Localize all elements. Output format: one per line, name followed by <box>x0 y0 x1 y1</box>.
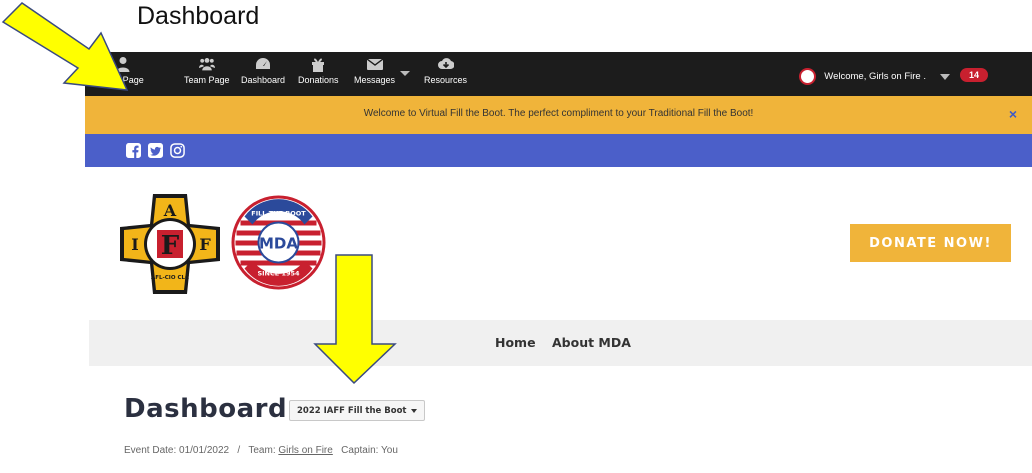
menu-link-about-mda[interactable]: About MDA <box>552 335 631 350</box>
chevron-down-icon <box>940 73 950 80</box>
notification-badge[interactable]: 14 <box>959 68 988 82</box>
chevron-down-icon <box>410 408 417 413</box>
meta-separator: / <box>237 445 241 456</box>
welcome-text: Welcome, Girls on Fire . <box>824 71 926 82</box>
event-meta: Event Date: 01/01/2022 / Team: Girls on … <box>124 445 398 456</box>
cloud-download-icon <box>437 58 454 70</box>
captain-text: Captain: You <box>341 445 398 456</box>
messages-caret-icon[interactable] <box>400 71 410 76</box>
social-bar <box>85 134 1032 167</box>
instagram-icon[interactable] <box>170 143 185 158</box>
nav-messages[interactable]: Messages <box>354 56 395 85</box>
event-date: Event Date: 01/01/2022 <box>124 445 230 456</box>
iaff-letter-i: I <box>131 235 138 254</box>
alert-text: Welcome to Virtual Fill the Boot. The pe… <box>363 108 754 119</box>
event-select-dropdown[interactable]: 2022 IAFF Fill the Boot <box>289 400 425 421</box>
top-nav-bar: Your Page Team Page Dashboard Donations … <box>85 52 1032 96</box>
nav-resources[interactable]: Resources <box>424 56 467 85</box>
iaff-letter-f: F <box>161 231 180 261</box>
event-select-label: 2022 IAFF Fill the Boot <box>297 405 407 416</box>
twitter-icon[interactable] <box>148 143 163 158</box>
annotation-title: Dashboard <box>137 2 260 30</box>
mda-top-text: FILL THE BOOT <box>251 210 306 218</box>
nav-team-page[interactable]: Team Page <box>184 56 230 85</box>
close-icon[interactable]: × <box>1009 106 1017 122</box>
iaff-letter-f2: F <box>199 235 211 254</box>
page-title: Dashboard <box>124 394 288 424</box>
mda-center-text: MDA <box>259 235 298 253</box>
mda-bottom-text: SINCE 1954 <box>257 270 300 278</box>
avatar <box>799 68 817 85</box>
nav-dashboard[interactable]: Dashboard <box>241 56 285 85</box>
user-menu[interactable]: Welcome, Girls on Fire . <box>799 68 950 85</box>
gift-icon <box>312 58 325 72</box>
team-link[interactable]: Girls on Fire <box>278 445 332 456</box>
menu-link-home[interactable]: Home <box>495 335 536 350</box>
user-icon <box>116 57 130 72</box>
team-icon <box>198 58 215 71</box>
facebook-icon[interactable] <box>126 143 141 158</box>
mda-fill-the-boot-logo: MDA FILL THE BOOT SINCE 1954 <box>231 195 326 290</box>
donate-now-button[interactable]: DONATE NOW! <box>850 224 1011 262</box>
envelope-icon <box>366 58 383 70</box>
nav-your-page[interactable]: Your Page <box>102 56 144 85</box>
welcome-alert: Welcome to Virtual Fill the Boot. The pe… <box>85 96 1032 134</box>
dashboard-icon <box>256 58 271 69</box>
team-label: Team: <box>248 445 276 456</box>
iaff-logo: F A I F AFL-CIO CLC <box>120 194 220 294</box>
iaff-subtitle: AFL-CIO CLC <box>151 275 189 281</box>
iaff-letter-a: A <box>163 201 177 220</box>
main-menu: Home About MDA <box>89 320 1032 366</box>
nav-donations[interactable]: Donations <box>298 56 339 85</box>
